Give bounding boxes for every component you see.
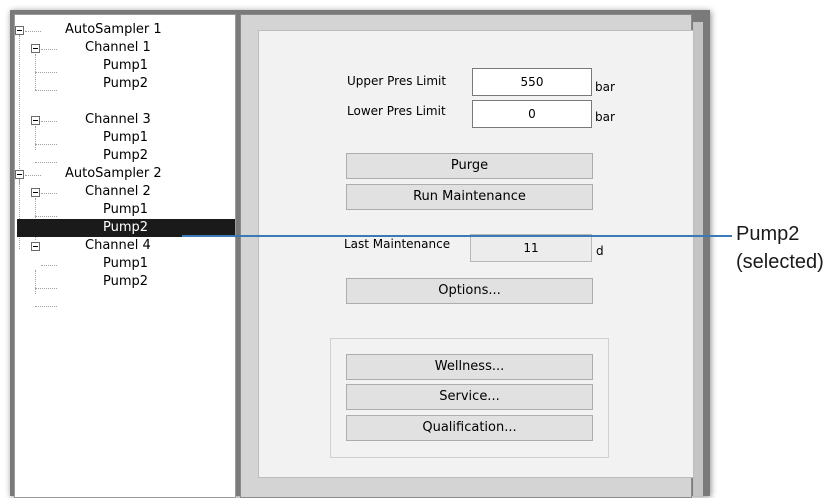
minus-icon[interactable] bbox=[31, 188, 40, 197]
tree-node-pump2[interactable]: Pump2 bbox=[15, 147, 235, 165]
last-maintenance-unit: d bbox=[596, 244, 604, 258]
tree-node-label: Pump1 bbox=[103, 58, 149, 73]
minus-icon[interactable] bbox=[31, 116, 40, 125]
tree-node-pump1[interactable]: Pump1 bbox=[15, 255, 235, 273]
tree-node-label: Pump1 bbox=[103, 256, 149, 271]
upper-pres-limit-label: Upper Pres Limit bbox=[347, 74, 447, 88]
tree-node-label: Pump2 bbox=[103, 274, 149, 289]
last-maintenance-value: 11 bbox=[470, 234, 592, 262]
tree-node-autosampler-1[interactable]: AutoSampler 1 bbox=[15, 21, 235, 39]
minus-icon[interactable] bbox=[15, 170, 24, 179]
upper-pres-unit: bar bbox=[595, 80, 615, 94]
run-maintenance-button[interactable]: Run Maintenance bbox=[346, 184, 593, 210]
tree-node-pump2[interactable]: Pump2 bbox=[15, 273, 235, 291]
options-button[interactable]: Options... bbox=[346, 278, 593, 304]
tree-node-label: Pump2 bbox=[103, 220, 149, 235]
tree-node-pump1[interactable]: Pump1 bbox=[15, 57, 235, 75]
last-maintenance-label: Last Maintenance bbox=[344, 237, 451, 251]
tree-node-autosampler-2[interactable]: AutoSampler 2 bbox=[15, 165, 235, 183]
lower-pres-limit-input[interactable]: 0 bbox=[472, 100, 592, 128]
tree-node-label: Channel 1 bbox=[85, 40, 151, 55]
lower-pres-unit: bar bbox=[595, 110, 615, 124]
tree-node-channel-3[interactable]: Channel 3 bbox=[15, 111, 235, 129]
tree-node-pump2[interactable]: Pump2 bbox=[15, 75, 235, 93]
minus-icon[interactable] bbox=[31, 44, 40, 53]
tree-node-label: Channel 2 bbox=[85, 184, 151, 199]
tree-node-channel-1[interactable]: Channel 1 bbox=[15, 39, 235, 57]
tree-node-label: AutoSampler 1 bbox=[65, 22, 162, 37]
tree-node-channel-4[interactable]: Channel 4 bbox=[15, 237, 235, 255]
tree-connector bbox=[35, 306, 57, 307]
minus-icon[interactable] bbox=[15, 26, 24, 35]
wellness-button[interactable]: Wellness... bbox=[346, 354, 593, 380]
tree-node-channel-2[interactable]: Channel 2 bbox=[15, 183, 235, 201]
tree-node-label: Pump1 bbox=[103, 130, 149, 145]
purge-button[interactable]: Purge bbox=[346, 153, 593, 179]
service-button[interactable]: Service... bbox=[346, 384, 593, 410]
tree-node-label: Channel 4 bbox=[85, 238, 151, 253]
callout-leader-line bbox=[182, 235, 732, 237]
tree-node-label: Pump2 bbox=[103, 148, 149, 163]
callout-label-line2: (selected) bbox=[736, 251, 824, 273]
panel-edge bbox=[693, 22, 703, 496]
device-tree[interactable]: AutoSampler 1 Channel 1 Pump1 Pump2 Chan… bbox=[14, 14, 236, 498]
qualification-button[interactable]: Qualification... bbox=[346, 415, 593, 441]
tree-node-label: Pump1 bbox=[103, 202, 149, 217]
tree-node-label: Channel 3 bbox=[85, 112, 151, 127]
tree-node-label: Pump2 bbox=[103, 76, 149, 91]
lower-pres-limit-label: Lower Pres Limit bbox=[347, 104, 446, 118]
tree-node-pump1[interactable]: Pump1 bbox=[15, 201, 235, 219]
upper-pres-limit-input[interactable]: 550 bbox=[472, 68, 592, 96]
callout-label-line1: Pump2 bbox=[736, 223, 800, 245]
tree-node-pump1[interactable]: Pump1 bbox=[15, 129, 235, 147]
tree-node-label: AutoSampler 2 bbox=[65, 166, 162, 181]
minus-icon[interactable] bbox=[31, 242, 40, 251]
